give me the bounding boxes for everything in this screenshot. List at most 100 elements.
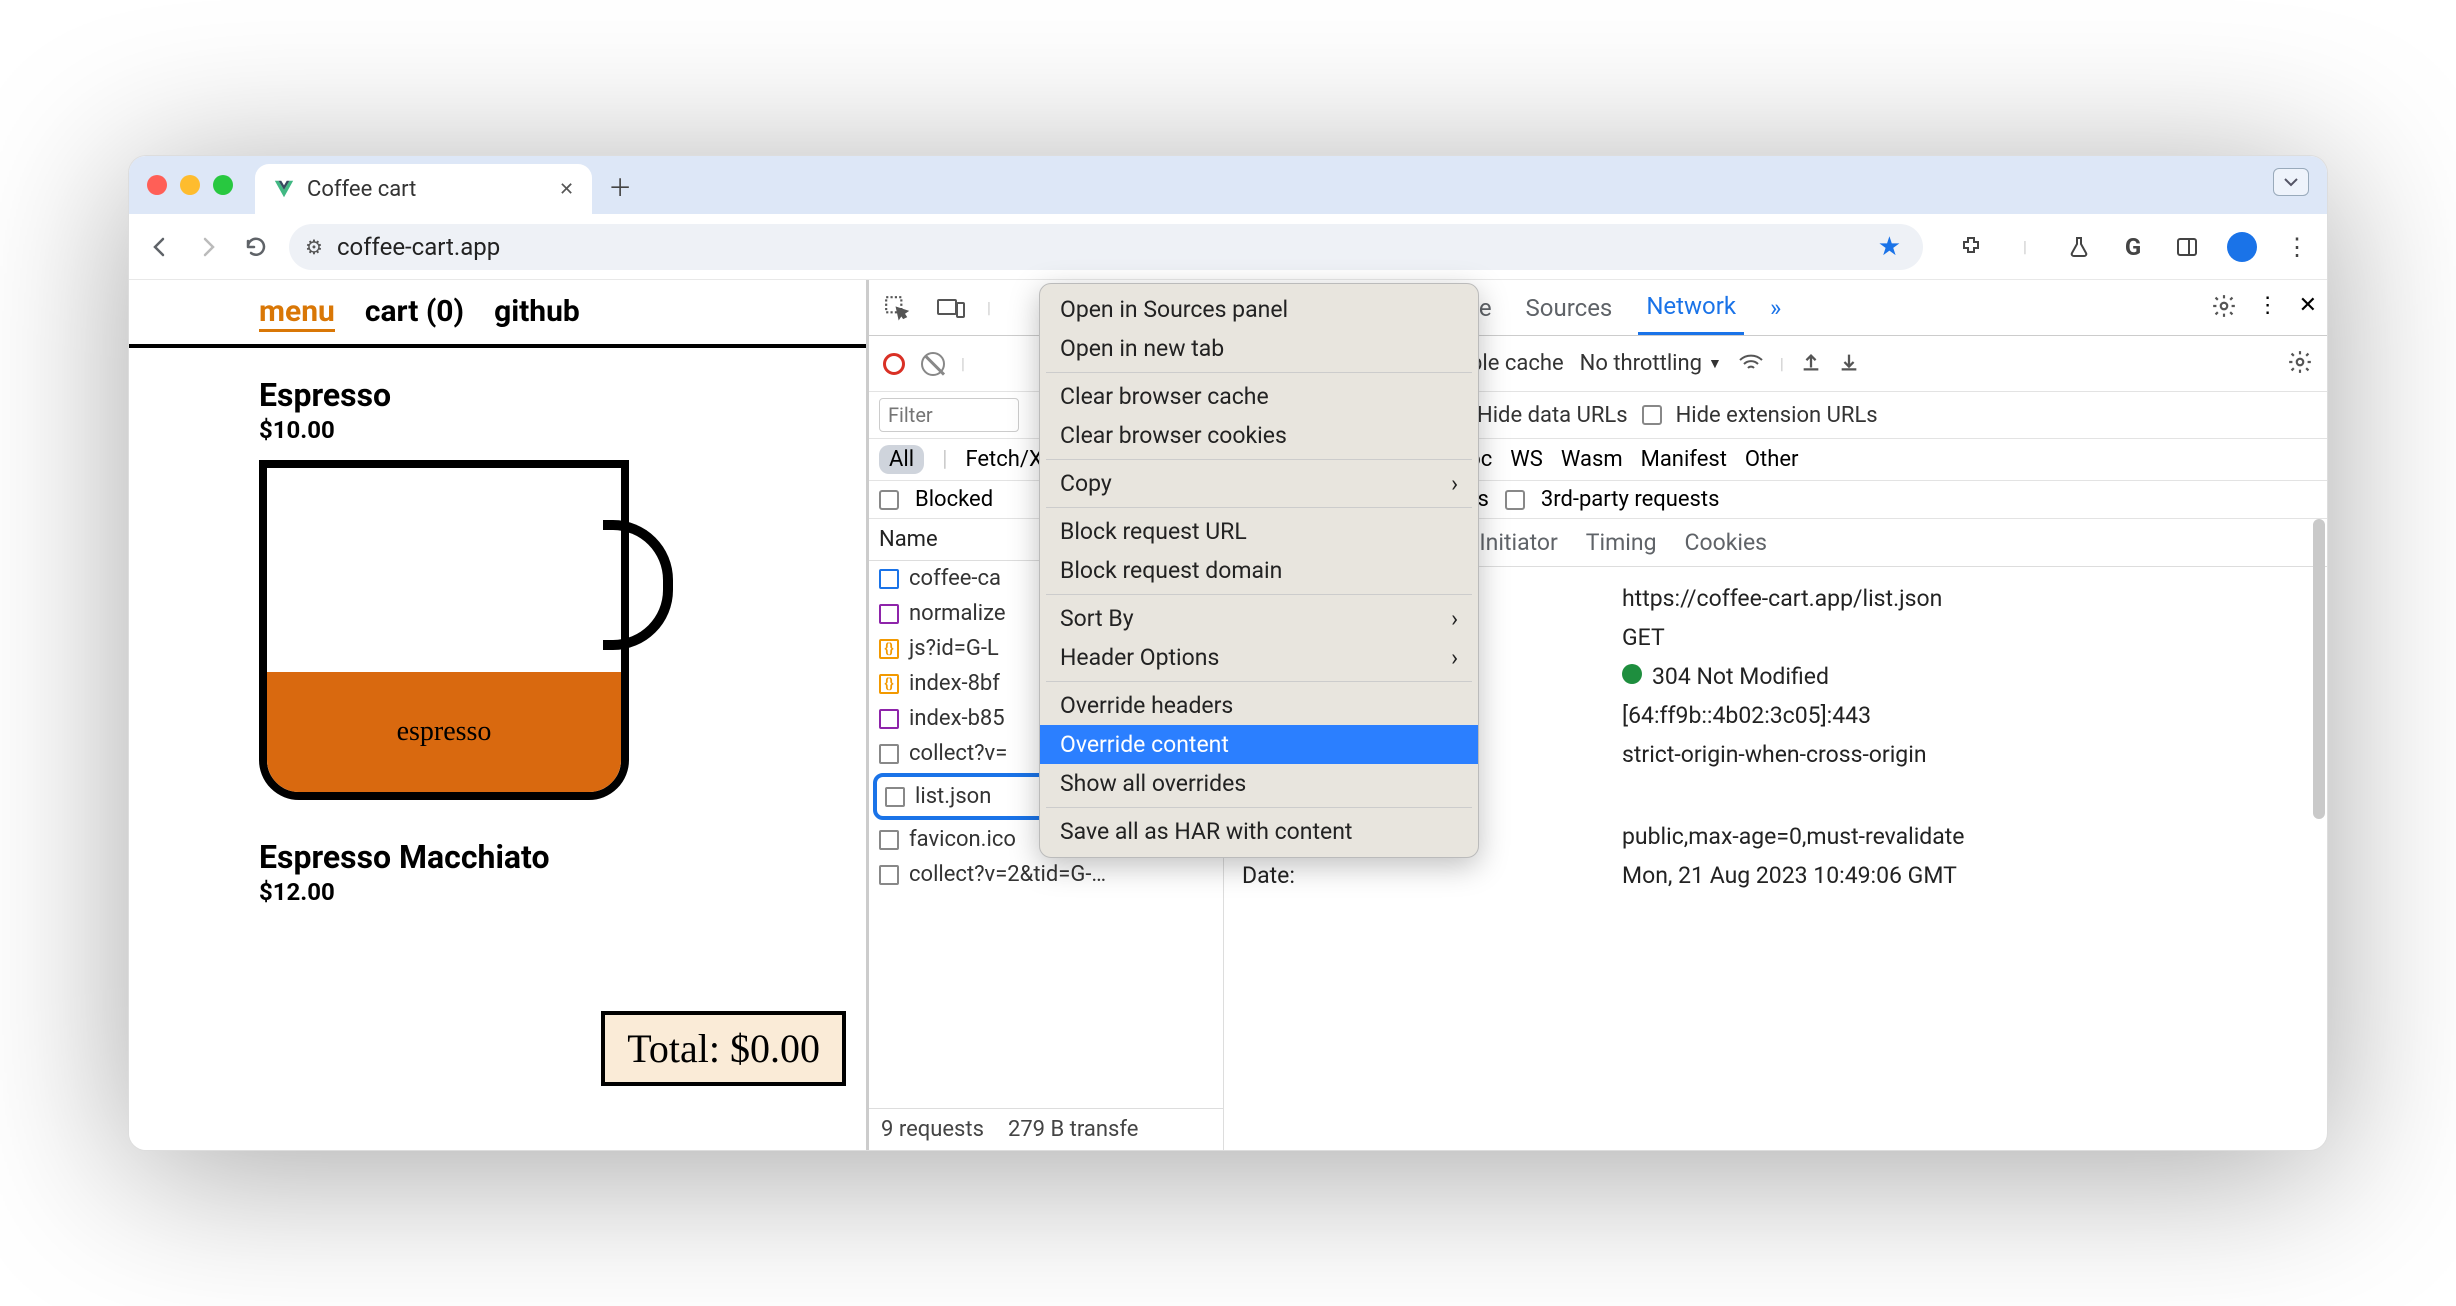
- close-devtools-icon[interactable]: ✕: [2299, 293, 2317, 323]
- third-party-label[interactable]: 3rd-party requests: [1541, 487, 1720, 512]
- product-name: Espresso Macchiato: [259, 838, 866, 876]
- menu-item[interactable]: Show all overrides: [1040, 764, 1478, 803]
- filter-all[interactable]: All: [879, 445, 924, 474]
- filter-ws[interactable]: WS: [1510, 447, 1543, 472]
- google-icon[interactable]: G: [2119, 233, 2147, 261]
- browser-tab[interactable]: Coffee cart ✕: [255, 164, 592, 214]
- header-row: Date:Mon, 21 Aug 2023 10:49:06 GMT: [1224, 856, 2327, 895]
- network-settings-icon[interactable]: [2287, 349, 2313, 379]
- clear-button[interactable]: [921, 352, 945, 376]
- detail-scrollbar[interactable]: [2313, 519, 2325, 819]
- nav-github[interactable]: github: [494, 294, 580, 332]
- settings-gear-icon[interactable]: [2211, 293, 2237, 323]
- back-button[interactable]: [145, 232, 175, 262]
- file-type-icon: [879, 604, 899, 624]
- profile-avatar[interactable]: [2227, 232, 2257, 262]
- hide-data-urls-label[interactable]: Hide data URLs: [1477, 403, 1628, 428]
- request-url: https://coffee-cart.app/list.json: [1622, 585, 1942, 612]
- tab-cookies[interactable]: Cookies: [1685, 529, 1768, 556]
- vue-favicon-icon: [273, 178, 295, 200]
- product-price: $10.00: [259, 416, 866, 444]
- file-type-icon: [879, 830, 899, 850]
- labs-icon[interactable]: [2065, 233, 2093, 261]
- hide-ext-checkbox[interactable]: [1642, 405, 1662, 425]
- side-panel-icon[interactable]: [2173, 233, 2201, 261]
- cart-total[interactable]: Total: $0.00: [601, 1011, 846, 1086]
- menu-item[interactable]: Block request domain: [1040, 551, 1478, 590]
- device-toolbar-icon[interactable]: [933, 290, 969, 326]
- traffic-lights: [147, 175, 233, 195]
- request-name: index-b85: [909, 706, 1005, 731]
- record-button[interactable]: [883, 353, 905, 375]
- request-name: favicon.ico: [909, 827, 1016, 852]
- filter-input[interactable]: [879, 398, 1019, 432]
- tab-initiator[interactable]: Initiator: [1479, 529, 1557, 556]
- kebab-menu-icon[interactable]: ⋮: [2283, 233, 2311, 261]
- reload-button[interactable]: [241, 232, 271, 262]
- window-expand-icon[interactable]: [2273, 168, 2309, 196]
- menu-item[interactable]: Block request URL: [1040, 512, 1478, 551]
- new-tab-button[interactable]: ＋: [608, 168, 632, 203]
- request-name: coffee-ca: [909, 566, 1001, 591]
- cup-handle-icon: [603, 520, 673, 650]
- throttling-select[interactable]: No throttling ▼: [1580, 351, 1722, 376]
- request-method: GET: [1622, 624, 1665, 651]
- tab-network[interactable]: Network: [1638, 280, 1744, 335]
- file-type-icon: [879, 709, 899, 729]
- extension-icons: | G ⋮: [1957, 232, 2311, 262]
- url-text: coffee-cart.app: [337, 233, 1864, 261]
- request-name: normalize: [909, 601, 1006, 626]
- kebab-icon[interactable]: ⋮: [2257, 293, 2279, 323]
- download-icon[interactable]: [1838, 351, 1860, 377]
- inspect-element-icon[interactable]: [879, 290, 915, 326]
- menu-item[interactable]: Copy›: [1040, 464, 1478, 503]
- product-price: $12.00: [259, 878, 866, 906]
- hide-ext-label[interactable]: Hide extension URLs: [1676, 403, 1878, 428]
- tab-timing[interactable]: Timing: [1586, 529, 1657, 556]
- menu-item[interactable]: Sort By›: [1040, 599, 1478, 638]
- minimize-window-button[interactable]: [180, 175, 200, 195]
- tab-sources[interactable]: Sources: [1518, 282, 1621, 334]
- menu-item[interactable]: Open in Sources panel: [1040, 290, 1478, 329]
- site-settings-icon[interactable]: ⚙: [305, 235, 323, 259]
- cup-graphic[interactable]: espresso: [259, 460, 669, 810]
- product-card: Espresso Macchiato $12.00: [129, 810, 866, 906]
- upload-icon[interactable]: [1800, 351, 1822, 377]
- bookmark-star-icon[interactable]: ★: [1878, 232, 1901, 262]
- menu-item[interactable]: Override headers: [1040, 686, 1478, 725]
- third-party-checkbox[interactable]: [1505, 490, 1525, 510]
- close-window-button[interactable]: [147, 175, 167, 195]
- maximize-window-button[interactable]: [213, 175, 233, 195]
- close-tab-icon[interactable]: ✕: [559, 179, 574, 200]
- header-value: Mon, 21 Aug 2023 10:49:06 GMT: [1622, 862, 1957, 889]
- blocked-checkbox[interactable]: [879, 490, 899, 510]
- product-name: Espresso: [259, 376, 866, 414]
- url-box[interactable]: ⚙ coffee-cart.app ★: [289, 224, 1923, 270]
- menu-item[interactable]: Clear browser cache: [1040, 377, 1478, 416]
- menu-item[interactable]: Save all as HAR with content: [1040, 812, 1478, 851]
- product-card: Espresso $10.00 espresso: [129, 348, 866, 810]
- menu-item[interactable]: Header Options›: [1040, 638, 1478, 677]
- tab-more[interactable]: »: [1762, 282, 1789, 334]
- filter-other[interactable]: Other: [1745, 447, 1799, 472]
- filter-fetch[interactable]: Fetch/X: [965, 447, 1042, 472]
- filter-manifest[interactable]: Manifest: [1641, 447, 1727, 472]
- extensions-icon[interactable]: [1957, 233, 1985, 261]
- menu-item[interactable]: Open in new tab: [1040, 329, 1478, 368]
- nav-menu[interactable]: menu: [259, 294, 335, 332]
- forward-button[interactable]: [193, 232, 223, 262]
- page-nav: menu cart (0) github: [129, 280, 866, 348]
- file-type-icon: [879, 569, 899, 589]
- nav-cart[interactable]: cart (0): [365, 294, 464, 332]
- blocked-label[interactable]: Blocked: [915, 487, 993, 512]
- request-name: list.json: [915, 784, 991, 809]
- transfer-size: 279 B transfe: [1008, 1117, 1138, 1142]
- menu-item[interactable]: Clear browser cookies: [1040, 416, 1478, 455]
- request-name: js?id=G-L: [909, 636, 999, 661]
- status-code: 304 Not Modified: [1622, 663, 1829, 690]
- wifi-icon[interactable]: [1738, 352, 1764, 376]
- titlebar: Coffee cart ✕ ＋: [129, 156, 2327, 214]
- menu-item[interactable]: Override content: [1040, 725, 1478, 764]
- filter-wasm[interactable]: Wasm: [1561, 447, 1623, 472]
- request-row[interactable]: collect?v=2&tid=G-…: [869, 857, 1223, 892]
